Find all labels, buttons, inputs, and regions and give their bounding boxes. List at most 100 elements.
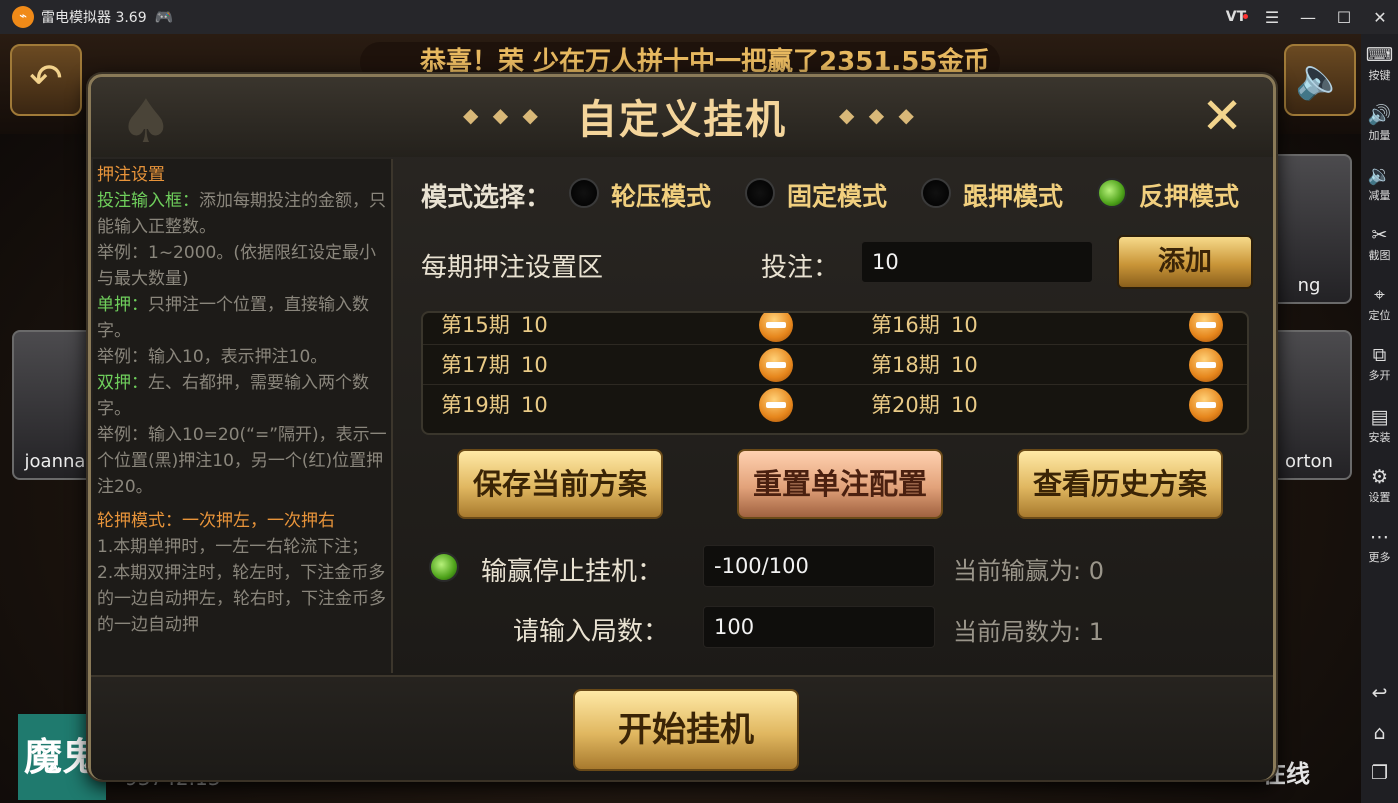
reset-config-button[interactable]: 重置单注配置: [737, 449, 943, 519]
sidebar-item-location[interactable]: ⌖ 定位: [1361, 284, 1398, 323]
list-item: 第19期 10 第20期 10: [423, 385, 1247, 425]
mode-radio-reverse[interactable]: [1097, 178, 1127, 208]
dialog-title: 自定义挂机: [577, 97, 787, 143]
remove-icon[interactable]: [759, 348, 793, 382]
home-icon: ⌂: [1373, 722, 1386, 744]
sound-icon[interactable]: 🔈: [1284, 44, 1356, 116]
volume-up-icon: 🔊: [1367, 104, 1392, 126]
sidebar-item-keyboard[interactable]: ⌨ 按键: [1361, 44, 1398, 83]
game-screen: ↶ 🔈 恭喜！荣 少在万人拼十中一把赢了2351.55金币 joanna ort…: [0, 34, 1361, 803]
sidebar-item-install[interactable]: ▤ 安装: [1361, 406, 1398, 445]
sidebar-item-screenshot[interactable]: ✂ 截图: [1361, 224, 1398, 263]
sidebar-item-multi[interactable]: ⧉ 多开: [1361, 344, 1398, 383]
vt-indicator[interactable]: VT: [1218, 9, 1254, 25]
help-line: 举例：输入10，表示押注10。: [97, 347, 328, 367]
minimize-icon[interactable]: —: [1290, 8, 1326, 27]
maximize-icon[interactable]: ☐: [1326, 8, 1362, 27]
period-amount: 10: [951, 393, 978, 417]
emulator-sidebar: ⌨ 按键 🔊 加量 🔉 减量 ✂ 截图 ⌖ 定位 ⧉ 多开 ▤ 安装 ⚙ 设置 ⋯ 更多 ↩ ⌂ …: [1361, 34, 1398, 803]
scissors-icon: ✂: [1371, 224, 1388, 246]
mode-radio-rotate[interactable]: [569, 178, 599, 208]
mode-label-fixed[interactable]: 固定模式: [787, 177, 887, 213]
player-seat[interactable]: joanna: [12, 330, 98, 480]
android-recent-button[interactable]: ❐: [1361, 762, 1398, 784]
help-line: 2.本期双押注时，轮左时，下注金币多的一边自动押左，轮右时，下注金币多的一边自动…: [97, 563, 386, 635]
period-amount: 10: [951, 353, 978, 377]
bet-area-label: 每期押注设置区: [421, 253, 604, 283]
gear-icon: ⚙: [1370, 466, 1389, 488]
sidebar-item-settings[interactable]: ⚙ 设置: [1361, 466, 1398, 505]
more-icon: ⋯: [1370, 526, 1389, 548]
help-line: 1.本期单押时，一左一右轮流下注；: [97, 537, 369, 557]
bet-input[interactable]: 10: [861, 241, 1093, 283]
help-section-title: 押注设置: [97, 165, 165, 185]
remove-icon[interactable]: [759, 388, 793, 422]
back-icon: ↩: [1371, 682, 1388, 704]
sidebar-item-volume-down[interactable]: 🔉 减量: [1361, 164, 1398, 203]
rounds-input[interactable]: 100: [703, 606, 935, 648]
player-seat[interactable]: ng: [1266, 154, 1352, 304]
rounds-label: 请输入局数：: [513, 617, 670, 647]
sidebar-item-more[interactable]: ⋯ 更多: [1361, 526, 1398, 565]
back-arrow-icon[interactable]: ↶: [10, 44, 82, 116]
help-line: 单押：只押注一个位置，直接输入数字。: [97, 295, 369, 341]
view-history-button[interactable]: 查看历史方案: [1017, 449, 1223, 519]
add-button[interactable]: 添加: [1117, 235, 1253, 289]
help-line: 双押：左、右都押，需要输入两个数字。: [97, 373, 369, 419]
period-label: 第19期: [441, 393, 510, 417]
list-item: 第17期 10 第18期 10: [423, 345, 1247, 385]
close-dialog-button[interactable]: ✕: [1201, 91, 1243, 141]
period-label: 第17期: [441, 353, 510, 377]
emulator-title-bar: ⌁ 雷电模拟器 3.69 🎮 VT ☰ — ☐ ✕: [0, 0, 1398, 34]
stop-toggle-radio[interactable]: [429, 552, 459, 582]
period-bet-list[interactable]: 第15期 10 第16期 10 第17期 10 第18期 10 第19期 10 …: [421, 311, 1249, 435]
emulator-logo-icon: ⌁: [12, 6, 34, 28]
close-window-icon[interactable]: ✕: [1362, 8, 1398, 27]
remove-icon[interactable]: [1189, 348, 1223, 382]
stop-condition-input[interactable]: -100/100: [703, 545, 935, 587]
custom-auto-bet-dialog: ♠ ◆ ◆ ◆ 自定义挂机 ◆ ◆ ◆ ✕ 押注设置 投注输入框：添加每期投注的…: [88, 74, 1276, 780]
gamepad-icon[interactable]: 🎮: [155, 8, 174, 26]
mode-select-label: 模式选择：: [421, 183, 552, 213]
help-line: 举例：输入10=20(“=”隔开)，表示一个位置(黑)押注10，另一个(红)位置…: [97, 425, 387, 497]
player-seat[interactable]: orton: [1266, 330, 1352, 480]
start-auto-bet-button[interactable]: 开始挂机: [573, 689, 799, 771]
period-amount: 10: [521, 393, 548, 417]
period-amount: 10: [951, 313, 978, 337]
mode-label-follow[interactable]: 跟押模式: [963, 177, 1063, 213]
android-back-button[interactable]: ↩: [1361, 682, 1398, 704]
mode-label-reverse[interactable]: 反押模式: [1139, 177, 1239, 213]
period-amount: 10: [521, 313, 548, 337]
mode-radio-follow[interactable]: [921, 178, 951, 208]
period-label: 第16期: [871, 313, 940, 337]
volume-down-icon: 🔉: [1367, 164, 1392, 186]
remove-icon[interactable]: [1189, 388, 1223, 422]
stop-condition-label: 输赢停止挂机：: [481, 557, 664, 587]
remove-icon[interactable]: [1189, 313, 1223, 342]
window-title: 雷电模拟器 3.69: [41, 10, 147, 26]
current-rounds: 当前局数为: 1: [953, 618, 1105, 646]
help-line: 举例：1~2000。(依据限红设定最小与最大数量): [97, 243, 376, 289]
menu-icon[interactable]: ☰: [1254, 8, 1290, 27]
period-amount: 10: [521, 353, 548, 377]
dialog-header: ♠ ◆ ◆ ◆ 自定义挂机 ◆ ◆ ◆ ✕: [91, 77, 1273, 157]
apk-install-icon: ▤: [1370, 406, 1389, 428]
ornament-right-icon: ◆ ◆ ◆: [839, 103, 918, 127]
save-plan-button[interactable]: 保存当前方案: [457, 449, 663, 519]
period-label: 第18期: [871, 353, 940, 377]
location-pin-icon: ⌖: [1374, 284, 1385, 306]
period-label: 第15期: [441, 313, 510, 337]
help-line: 投注输入框：添加每期投注的金额，只能输入正整数。: [97, 191, 386, 237]
mode-radio-fixed[interactable]: [745, 178, 775, 208]
help-panel[interactable]: 押注设置 投注输入框：添加每期投注的金额，只能输入正整数。 举例：1~2000。…: [93, 159, 393, 673]
sidebar-item-volume-up[interactable]: 🔊 加量: [1361, 104, 1398, 143]
android-home-button[interactable]: ⌂: [1361, 722, 1398, 744]
multi-window-icon: ⧉: [1372, 344, 1387, 366]
recent-apps-icon: ❐: [1370, 762, 1389, 784]
current-winloss: 当前输赢为: 0: [953, 557, 1105, 585]
dialog-footer: 开始挂机: [91, 675, 1273, 780]
list-item: 第15期 10 第16期 10: [423, 313, 1247, 345]
period-label: 第20期: [871, 393, 940, 417]
remove-icon[interactable]: [759, 313, 793, 342]
mode-label-rotate[interactable]: 轮压模式: [611, 177, 711, 213]
